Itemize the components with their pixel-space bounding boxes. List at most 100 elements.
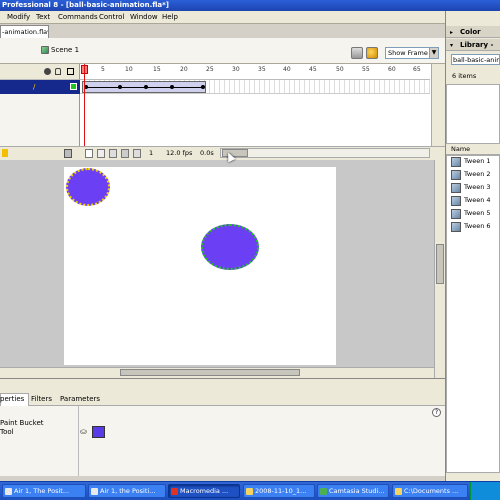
library-item[interactable]: Tween 1 <box>451 155 491 167</box>
scrollbar-thumb[interactable] <box>120 369 300 376</box>
taskbar-button[interactable]: C:\Documents ... <box>392 484 468 498</box>
modify-onion-markers-icon[interactable] <box>133 149 141 158</box>
paint-bucket-icon: ⛀ <box>80 427 87 436</box>
color-panel-title: Color <box>460 28 481 36</box>
scrollbar-thumb[interactable] <box>436 244 444 284</box>
ruler-tick-label: 65 <box>413 66 421 73</box>
ruler-tick-label: 15 <box>153 66 161 73</box>
timeline-horizontal-scrollbar[interactable] <box>220 148 430 158</box>
library-item[interactable]: Tween 4 <box>451 194 491 206</box>
folder-icon <box>246 488 253 495</box>
zoom-select[interactable]: Show Frame ▼ <box>385 47 439 59</box>
ball-start[interactable] <box>66 168 110 206</box>
scene-icon <box>41 46 49 54</box>
taskbar-button[interactable]: 2008-11-10_1... <box>243 484 315 498</box>
document-tabs: -animation.fla* <box>0 24 445 38</box>
document-icon <box>5 488 12 495</box>
ruler-tick-label: 35 <box>258 66 266 73</box>
ruler-tick-label: 25 <box>206 66 214 73</box>
library-panel-header[interactable]: Library - <box>446 39 500 51</box>
menu-text[interactable]: Text <box>36 11 50 24</box>
scene-label[interactable]: Scene 1 <box>51 46 79 54</box>
document-tab[interactable]: -animation.fla* <box>0 25 49 38</box>
menu-bar: Modify Text Commands Control Window Help <box>0 11 445 24</box>
color-panel-header[interactable]: Color <box>446 26 500 38</box>
keyframe-dot[interactable] <box>170 85 174 89</box>
ruler-tick-label: 40 <box>283 66 291 73</box>
trash-icon[interactable] <box>64 149 72 158</box>
menu-control[interactable]: Control <box>99 11 124 24</box>
ruler-tick-label: 5 <box>101 66 105 73</box>
taskbar-button[interactable]: Air 1, the Positi... <box>88 484 166 498</box>
library-item[interactable]: Tween 2 <box>451 168 491 180</box>
separator <box>78 406 79 476</box>
tool-name: Paint Bucket <box>0 419 44 427</box>
edit-scene-icon[interactable] <box>351 47 363 59</box>
taskbar-button-label: 2008-11-10_1... <box>255 487 307 495</box>
tab-parameters[interactable]: Parameters <box>60 395 100 403</box>
library-item[interactable]: Tween 6 <box>451 220 491 232</box>
taskbar-button-active[interactable]: Macromedia ... <box>168 484 240 498</box>
library-item-count: 6 items <box>452 72 477 80</box>
timeline-vertical-scrollbar[interactable] <box>431 64 445 146</box>
macromedia-icon <box>171 488 178 495</box>
edit-bar: Scene 1 <box>0 38 445 64</box>
insert-layer-icon[interactable] <box>2 149 8 157</box>
library-preview <box>446 84 500 144</box>
frame-rate: 12.0 fps <box>166 149 193 157</box>
tool-name-cont: Tool <box>0 428 14 436</box>
onion-skin-outlines-icon[interactable] <box>109 149 117 158</box>
chevron-down-icon: ▾ <box>450 42 454 49</box>
library-panel-title: Library - <box>460 41 494 49</box>
timeline-ruler[interactable]: 1 5 10 15 20 25 30 35 40 45 50 55 60 65 <box>80 64 430 80</box>
lock-icon[interactable] <box>55 68 61 75</box>
taskbar-button-label: Air 1, The Posit... <box>14 487 70 495</box>
current-frame: 1 <box>149 149 154 157</box>
window-title: Professional 8 - [ball-basic-animation.f… <box>2 1 170 9</box>
chevron-right-icon: ▸ <box>450 29 454 36</box>
layer-list-empty <box>0 94 80 146</box>
zoom-select-value: Show Frame <box>388 49 428 57</box>
panel-divider[interactable] <box>0 378 445 392</box>
camtasia-icon <box>320 488 327 495</box>
library-document-select[interactable]: ball-basic-animati <box>451 54 500 65</box>
pencil-icon: / <box>33 83 36 91</box>
keyframe-dot[interactable] <box>118 85 122 89</box>
tab-filters[interactable]: Filters <box>31 395 52 403</box>
library-item[interactable]: Tween 5 <box>451 207 491 219</box>
library-item[interactable]: Tween 3 <box>451 181 491 193</box>
ruler-tick-label: 10 <box>125 66 133 73</box>
system-tray[interactable] <box>470 482 500 500</box>
keyframe-dot[interactable] <box>201 85 205 89</box>
layer-outline-color-icon[interactable] <box>70 83 77 90</box>
taskbar-button-label: C:\Documents ... <box>404 487 459 495</box>
ruler-tick-label: 30 <box>232 66 240 73</box>
properties-body <box>0 406 445 476</box>
chevron-down-icon[interactable]: ▼ <box>429 48 438 58</box>
playhead-line <box>84 64 85 158</box>
center-frame-icon[interactable] <box>85 149 93 158</box>
taskbar-button[interactable]: Camtasia Studi... <box>317 484 389 498</box>
ruler-tick-label: 45 <box>309 66 317 73</box>
menu-commands[interactable]: Commands <box>58 11 98 24</box>
help-icon[interactable]: ? <box>432 408 441 417</box>
menu-window[interactable]: Window <box>130 11 158 24</box>
taskbar-button-label: Air 1, the Positi... <box>100 487 156 495</box>
ball-end[interactable] <box>201 224 259 270</box>
layer-row[interactable] <box>0 80 80 94</box>
fill-color-swatch[interactable] <box>92 426 105 438</box>
ruler-tick-label: 20 <box>180 66 188 73</box>
elapsed-time: 0.0s <box>200 149 214 157</box>
outline-icon[interactable] <box>67 68 74 75</box>
eye-icon[interactable] <box>44 68 51 75</box>
library-name-column[interactable]: Name <box>446 144 500 155</box>
tab-properties[interactable]: perties <box>0 395 24 403</box>
document-icon <box>91 488 98 495</box>
edit-symbols-icon[interactable] <box>366 47 378 59</box>
keyframe-dot[interactable] <box>144 85 148 89</box>
edit-multiple-frames-icon[interactable] <box>121 149 129 158</box>
onion-skin-icon[interactable] <box>97 149 105 158</box>
menu-modify[interactable]: Modify <box>7 11 30 24</box>
menu-help[interactable]: Help <box>162 11 178 24</box>
taskbar-button[interactable]: Air 1, The Posit... <box>2 484 86 498</box>
